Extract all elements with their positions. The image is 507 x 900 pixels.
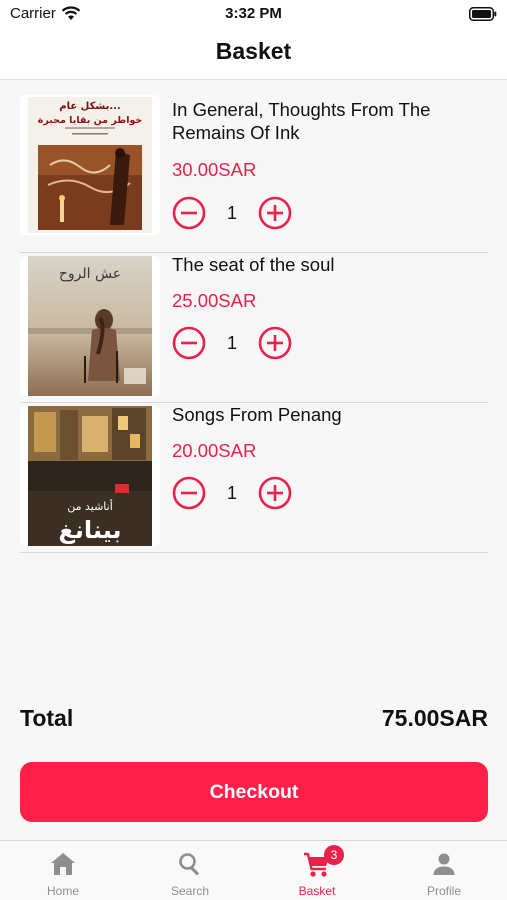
book-title: In General, Thoughts From The Remains Of…	[172, 99, 431, 143]
tab-label: Profile	[426, 884, 461, 898]
navigation-bar: Basket	[0, 28, 507, 80]
decrease-quantity-button[interactable]	[172, 476, 206, 510]
quantity-stepper: 1	[172, 326, 302, 360]
quantity-stepper: 1	[172, 476, 302, 510]
book-cover-image[interactable]: بشكل عام... خواطر من بقايا محبرة	[20, 95, 160, 235]
book-price: 25.00SAR	[172, 290, 257, 311]
tab-profile[interactable]: Profile	[381, 841, 507, 900]
search-icon	[179, 853, 199, 876]
quantity-stepper: 1	[172, 196, 302, 230]
tab-search[interactable]: Search	[127, 841, 253, 900]
increase-quantity-button[interactable]	[258, 476, 292, 510]
increase-quantity-button[interactable]	[258, 326, 292, 360]
tab-basket[interactable]: 3 Basket	[254, 841, 380, 900]
basket-count-badge: 3	[324, 845, 344, 865]
total-label: Total	[20, 705, 74, 731]
basket-item: بشكل عام... خواطر من بقايا محبرة In Gene…	[20, 95, 488, 253]
book-price: 30.00SAR	[172, 159, 257, 180]
tab-label: Search	[170, 884, 210, 898]
decrease-quantity-button[interactable]	[172, 326, 206, 360]
battery-icon	[469, 7, 497, 21]
book-cover-art: بشكل عام... خواطر من بقايا محبرة	[20, 95, 160, 235]
profile-icon	[433, 853, 455, 875]
book-cover-image[interactable]: عش الروح	[20, 256, 160, 396]
quantity-value: 1	[226, 333, 237, 353]
basket-item: أناشيد من بينانغ Songs From Penang 20.00…	[20, 403, 488, 553]
decrease-quantity-button[interactable]	[172, 196, 206, 230]
cover-title-line: بشكل عام...	[59, 101, 120, 112]
book-price: 20.00SAR	[172, 440, 257, 461]
total-amount: 75.00SAR	[381, 705, 488, 731]
quantity-value: 1	[226, 483, 237, 503]
quantity-value: 1	[226, 203, 237, 223]
total-row: Total 75.00SAR	[20, 705, 488, 735]
tab-bar: Home Search 3 Basket Profile	[0, 840, 507, 900]
book-title: The seat of the soul	[172, 254, 335, 275]
tab-label: Home	[46, 884, 79, 898]
cover-title-line: أناشيد من	[67, 499, 113, 513]
cover-subtitle-line: بينانغ	[58, 516, 121, 544]
basket-item: عش الروح The seat of the soul 25.00SAR 1	[20, 253, 488, 403]
increase-quantity-button[interactable]	[258, 196, 292, 230]
cover-title-line: عش الروح	[59, 266, 121, 282]
home-icon	[51, 853, 75, 875]
status-bar: Carrier 3:32 PM	[0, 0, 507, 28]
page-title: Basket	[215, 38, 292, 64]
tab-home[interactable]: Home	[0, 841, 126, 900]
book-cover-art: عش الروح	[20, 256, 160, 396]
tab-label: Basket	[298, 884, 336, 898]
book-title: Songs From Penang	[172, 404, 342, 425]
checkout-button[interactable]: Checkout	[20, 762, 488, 822]
status-time: 3:32 PM	[225, 5, 282, 22]
book-cover-art: أناشيد من بينانغ	[20, 406, 160, 546]
cover-subtitle-line: خواطر من بقايا محبرة	[38, 115, 143, 126]
book-cover-image[interactable]: أناشيد من بينانغ	[20, 406, 160, 546]
